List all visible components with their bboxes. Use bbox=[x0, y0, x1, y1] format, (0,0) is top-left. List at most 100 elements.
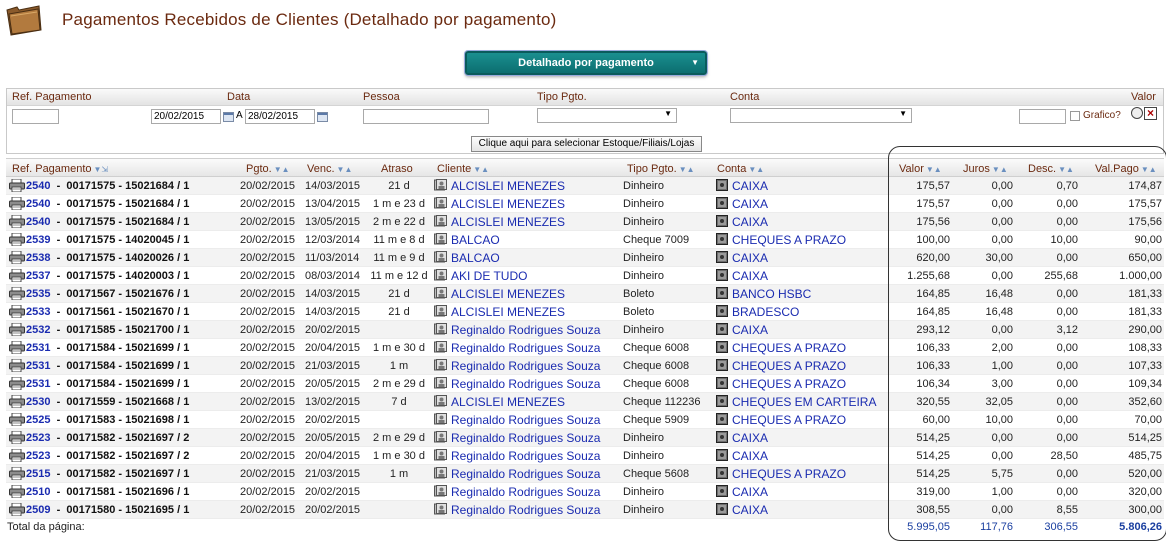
conta-link[interactable]: CAIXA bbox=[732, 251, 768, 265]
safe-icon[interactable] bbox=[716, 269, 728, 281]
conta-select[interactable]: ▼ bbox=[730, 108, 912, 123]
cliente-link[interactable]: ALCISLEI MENEZES bbox=[451, 287, 565, 301]
safe-icon[interactable] bbox=[716, 377, 728, 389]
safe-icon[interactable] bbox=[716, 395, 728, 407]
safe-icon[interactable] bbox=[716, 431, 728, 443]
print-icon[interactable] bbox=[9, 250, 25, 265]
cliente-link[interactable]: Reginaldo Rodrigues Souza bbox=[451, 359, 600, 373]
print-icon[interactable] bbox=[9, 412, 25, 427]
person-icon[interactable] bbox=[434, 341, 447, 353]
safe-icon[interactable] bbox=[716, 251, 728, 263]
date-from-input[interactable]: 20/02/2015 bbox=[151, 109, 221, 124]
conta-link[interactable]: CAIXA bbox=[732, 449, 768, 463]
print-icon[interactable] bbox=[9, 466, 25, 481]
print-icon[interactable] bbox=[9, 196, 25, 211]
conta-link[interactable]: CAIXA bbox=[732, 269, 768, 283]
conta-link[interactable]: BANCO HSBC bbox=[732, 287, 811, 301]
calendar-icon[interactable] bbox=[317, 112, 328, 122]
ref-link[interactable]: 2533 bbox=[26, 306, 50, 318]
ref-link[interactable]: 2539 bbox=[26, 234, 50, 246]
select-store-button[interactable]: Clique aqui para selecionar Estoque/Fili… bbox=[471, 136, 702, 152]
cliente-link[interactable]: ALCISLEI MENEZES bbox=[451, 197, 565, 211]
cliente-link[interactable]: BALCAO bbox=[451, 251, 500, 265]
ref-link[interactable]: 2525 bbox=[26, 414, 50, 426]
safe-icon[interactable] bbox=[716, 413, 728, 425]
person-icon[interactable] bbox=[434, 413, 447, 425]
conta-link[interactable]: CAIXA bbox=[732, 197, 768, 211]
safe-icon[interactable] bbox=[716, 503, 728, 515]
conta-link[interactable]: CHEQUES A PRAZO bbox=[732, 377, 846, 391]
col-conta[interactable]: Conta ▼▲ bbox=[717, 163, 764, 175]
conta-link[interactable]: CHEQUES A PRAZO bbox=[732, 413, 846, 427]
print-icon[interactable] bbox=[9, 286, 25, 301]
print-icon[interactable] bbox=[9, 430, 25, 445]
print-icon[interactable] bbox=[9, 214, 25, 229]
safe-icon[interactable] bbox=[716, 197, 728, 209]
safe-icon[interactable] bbox=[716, 341, 728, 353]
ref-link[interactable]: 2540 bbox=[26, 216, 50, 228]
conta-link[interactable]: CAIXA bbox=[732, 431, 768, 445]
pessoa-input[interactable] bbox=[363, 109, 489, 124]
cliente-link[interactable]: ALCISLEI MENEZES bbox=[451, 395, 565, 409]
safe-icon[interactable] bbox=[716, 359, 728, 371]
col-juros[interactable]: Juros ▼▲ bbox=[963, 163, 1008, 175]
person-icon[interactable] bbox=[434, 377, 447, 389]
conta-link[interactable]: CAIXA bbox=[732, 485, 768, 499]
safe-icon[interactable] bbox=[716, 323, 728, 335]
conta-link[interactable]: CAIXA bbox=[732, 179, 768, 193]
conta-link[interactable]: CHEQUES A PRAZO bbox=[732, 359, 846, 373]
person-icon[interactable] bbox=[434, 269, 447, 281]
grafico-checkbox[interactable] bbox=[1070, 111, 1080, 121]
safe-icon[interactable] bbox=[716, 179, 728, 191]
conta-link[interactable]: CHEQUES A PRAZO bbox=[732, 467, 846, 481]
person-icon[interactable] bbox=[434, 323, 447, 335]
cliente-link[interactable]: Reginaldo Rodrigues Souza bbox=[451, 341, 600, 355]
cliente-link[interactable]: Reginaldo Rodrigues Souza bbox=[451, 503, 600, 517]
print-icon[interactable] bbox=[9, 484, 25, 499]
person-icon[interactable] bbox=[434, 503, 447, 515]
person-icon[interactable] bbox=[434, 197, 447, 209]
safe-icon[interactable] bbox=[716, 287, 728, 299]
person-icon[interactable] bbox=[434, 359, 447, 371]
ref-link[interactable]: 2509 bbox=[26, 504, 50, 516]
col-ref[interactable]: Ref. Pagamento ▼⇲ bbox=[12, 163, 108, 175]
ref-link[interactable]: 2537 bbox=[26, 270, 50, 282]
conta-link[interactable]: CHEQUES EM CARTEIRA bbox=[732, 395, 876, 409]
cliente-link[interactable]: Reginaldo Rodrigues Souza bbox=[451, 377, 600, 391]
person-icon[interactable] bbox=[434, 449, 447, 461]
ref-link[interactable]: 2535 bbox=[26, 288, 50, 300]
print-icon[interactable] bbox=[9, 304, 25, 319]
print-icon[interactable] bbox=[9, 178, 25, 193]
safe-icon[interactable] bbox=[716, 467, 728, 479]
conta-link[interactable]: CAIXA bbox=[732, 503, 768, 517]
cliente-link[interactable]: ALCISLEI MENEZES bbox=[451, 215, 565, 229]
col-venc[interactable]: Venc. ▼▲ bbox=[307, 163, 352, 175]
ref-link[interactable]: 2523 bbox=[26, 432, 50, 444]
cliente-link[interactable]: Reginaldo Rodrigues Souza bbox=[451, 449, 600, 463]
person-icon[interactable] bbox=[434, 251, 447, 263]
conta-link[interactable]: CHEQUES A PRAZO bbox=[732, 341, 846, 355]
ref-link[interactable]: 2515 bbox=[26, 468, 50, 480]
cliente-link[interactable]: Reginaldo Rodrigues Souza bbox=[451, 485, 600, 499]
ref-link[interactable]: 2530 bbox=[26, 396, 50, 408]
print-icon[interactable] bbox=[9, 358, 25, 373]
print-icon[interactable] bbox=[9, 394, 25, 409]
col-pgto[interactable]: Pgto. ▼▲ bbox=[246, 163, 290, 175]
valor-input[interactable] bbox=[1019, 109, 1066, 124]
ref-link[interactable]: 2532 bbox=[26, 324, 50, 336]
safe-icon[interactable] bbox=[716, 233, 728, 245]
col-desc[interactable]: Desc. ▼▲ bbox=[1028, 163, 1074, 175]
print-icon[interactable] bbox=[9, 322, 25, 337]
print-icon[interactable] bbox=[9, 340, 25, 355]
cliente-link[interactable]: ALCISLEI MENEZES bbox=[451, 305, 565, 319]
print-icon[interactable] bbox=[9, 448, 25, 463]
person-icon[interactable] bbox=[434, 305, 447, 317]
print-icon[interactable] bbox=[9, 376, 25, 391]
ref-link[interactable]: 2540 bbox=[26, 198, 50, 210]
person-icon[interactable] bbox=[434, 395, 447, 407]
toggle-icon[interactable] bbox=[1131, 107, 1143, 119]
col-cliente[interactable]: Cliente ▼▲ bbox=[437, 163, 489, 175]
cliente-link[interactable]: AKI DE TUDO bbox=[451, 269, 527, 283]
ref-link[interactable]: 2523 bbox=[26, 450, 50, 462]
ref-link[interactable]: 2510 bbox=[26, 486, 50, 498]
